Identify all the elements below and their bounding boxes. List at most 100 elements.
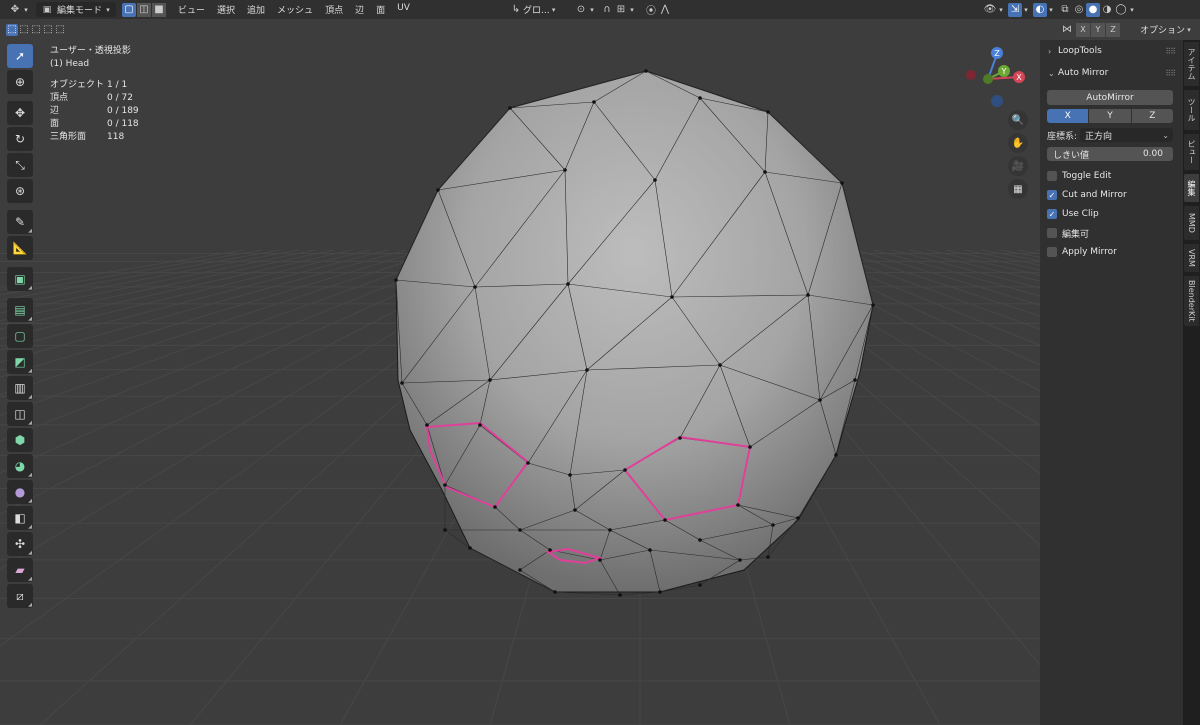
checkbox-checked[interactable]: ✓ [1047,190,1057,200]
sidebar-panel: › LoopTools ⠿⠿ ⌄ Auto Mirror ⠿⠿ AutoMirr… [1040,40,1183,725]
overlay-toggle-icon[interactable]: ◐ [1033,2,1047,17]
select-invert-icon[interactable]: ⬚ [42,24,54,36]
loop-cut-tool[interactable]: ▥ ◢ [7,376,33,400]
rotate-tool[interactable]: ↻ [7,127,33,151]
corner-arrow-icon: ◢ [28,576,32,582]
camera-view-button[interactable]: 🎥 [1008,156,1028,176]
drag-grip-icon[interactable]: ⠿⠿ [1165,69,1176,78]
annotate-tool[interactable]: ✎ ◢ [7,210,33,234]
mirror-x-toggle[interactable]: X [1076,22,1090,37]
checkbox-checked[interactable]: ✓ [1047,209,1057,219]
header-menus: ビュー 選択 追加 メッシュ 頂点 辺 面 UV [172,3,416,16]
shrink-fatten-tool[interactable]: ✣ ◢ [7,532,33,556]
toggle-edit-option[interactable]: Toggle Edit [1047,169,1183,183]
poly-build-tool[interactable]: ⬢ [7,428,33,452]
shear-tool[interactable]: ▰ ◢ [7,558,33,582]
select-extend-icon[interactable]: ⬚ [18,24,30,36]
editor-type-icon[interactable]: ✥ [8,3,22,17]
tab-item[interactable]: アイテム [1184,42,1199,86]
solid-shading-icon[interactable]: ● [1086,2,1100,17]
move-tool[interactable]: ✥ [7,101,33,125]
gizmo-y-label: Y [1001,67,1007,76]
mirror-y-toggle[interactable]: Y [1091,22,1105,37]
inset-tool[interactable]: ▢ [7,324,33,348]
use-clip-option[interactable]: ✓ Use Clip [1047,207,1183,221]
tab-edit[interactable]: 編集 [1184,174,1199,202]
menu-view[interactable]: ビュー [172,3,211,16]
face-select-icon[interactable]: ■ [152,2,166,17]
rip-region-tool[interactable]: ⧄ ◢ [7,584,33,608]
wireframe-shading-icon[interactable]: ◎ [1072,3,1086,17]
automirror-button[interactable]: AutoMirror [1047,90,1173,105]
axis-y-button[interactable]: Y [1089,109,1131,123]
cursor-tool[interactable]: ⊕ [7,70,33,94]
proportional-edit[interactable]: ⦿ ⋀ [640,2,676,17]
3d-viewport[interactable]: Z Y X [0,0,1200,725]
spin-tool[interactable]: ◕ ◢ [7,454,33,478]
zoom-button[interactable]: 🔍 [1008,110,1028,130]
add-cube-tool[interactable]: ▣ ◢ [7,267,33,291]
visibility-icon[interactable]: 👁 [983,3,997,17]
perspective-toggle-button[interactable]: ▦ [1008,179,1028,199]
chevron-down-icon: ▾ [106,5,110,14]
checkbox[interactable] [1047,228,1057,238]
mirror-z-toggle[interactable]: Z [1106,22,1120,37]
apply-mirror-option[interactable]: Apply Mirror [1047,245,1183,259]
vertex-select-icon[interactable]: ▢ [122,2,136,17]
tab-view[interactable]: ビュー [1184,134,1199,170]
gizmo-toggle-icon[interactable]: ⇲ [1008,2,1022,17]
chevron-down-icon: ▾ [551,5,556,14]
rendered-shading-icon[interactable]: ◯ [1114,3,1128,17]
tab-vrm[interactable]: VRM [1184,244,1199,272]
tab-mmd[interactable]: MMD [1184,206,1199,240]
orientation-icon: ↳ [511,4,521,15]
options-menu[interactable]: オプション ▾ [1136,22,1197,37]
tab-tool[interactable]: ツール [1184,90,1199,130]
menu-select[interactable]: 選択 [211,3,241,16]
tab-blenderkit[interactable]: BlenderKit [1184,276,1199,326]
chevron-down-icon: ▾ [590,5,594,14]
menu-face[interactable]: 面 [370,3,391,16]
falloff-icon: ⋀ [660,4,670,15]
select-intersect-icon[interactable]: ⬚ [54,24,66,36]
drag-grip-icon[interactable]: ⠿⠿ [1165,47,1176,56]
extrude-tool[interactable]: ▤ ◢ [7,298,33,322]
cut-and-mirror-option[interactable]: ✓ Cut and Mirror [1047,188,1183,202]
transform-orientation-select[interactable]: ↳ グロ... ▾ [505,2,565,17]
material-shading-icon[interactable]: ◑ [1100,3,1114,17]
checkbox[interactable] [1047,171,1057,181]
bevel-icon: ◩ [14,355,26,369]
edge-select-icon[interactable]: ◫ [137,2,151,17]
ruler-icon: 📐 [12,241,28,255]
xray-toggle-icon[interactable]: ⧉ [1058,3,1072,17]
menu-add[interactable]: 追加 [241,3,271,16]
menu-vertex[interactable]: 頂点 [319,3,349,16]
threshold-field[interactable]: しきい値 0.00 [1047,147,1173,161]
knife-tool[interactable]: ◫ ◢ [7,402,33,426]
automirror-panel-header[interactable]: ⌄ Auto Mirror ⠿⠿ [1040,62,1183,84]
menu-uv[interactable]: UV [391,3,416,16]
editable-option[interactable]: 編集可 [1047,226,1183,240]
menu-mesh[interactable]: メッシュ [271,3,319,16]
select-new-icon[interactable]: ⬚ [6,23,18,36]
stat-value: 0 / 118 [107,119,139,129]
scale-tool[interactable]: ⤡ [7,153,33,177]
menu-edge[interactable]: 辺 [349,3,370,16]
looptools-panel-header[interactable]: › LoopTools ⠿⠿ [1040,40,1183,62]
select-subtract-icon[interactable]: ⬚ [30,24,42,36]
select-box-tool[interactable]: ➚ [7,44,33,68]
pan-button[interactable]: ✋ [1008,133,1028,153]
bevel-tool[interactable]: ◩ ◢ [7,350,33,374]
stat-value: 0 / 72 [107,93,133,103]
checkbox[interactable] [1047,247,1057,257]
chevron-down-icon: ▾ [1187,25,1191,34]
snap-toggle[interactable]: ∩ ⊞ ▾ [596,2,640,17]
coordinate-select[interactable]: 正方向 ⌄ [1080,128,1173,142]
smooth-tool[interactable]: ● ◢ [7,480,33,504]
mode-select[interactable]: ▣ 編集モード ▾ [36,2,116,17]
edge-slide-tool[interactable]: ◧ ◢ [7,506,33,530]
measure-tool[interactable]: 📐 [7,236,33,260]
transform-tool[interactable]: ⊛ [7,179,33,203]
axis-z-button[interactable]: Z [1131,109,1173,123]
axis-x-button[interactable]: X [1047,109,1089,123]
